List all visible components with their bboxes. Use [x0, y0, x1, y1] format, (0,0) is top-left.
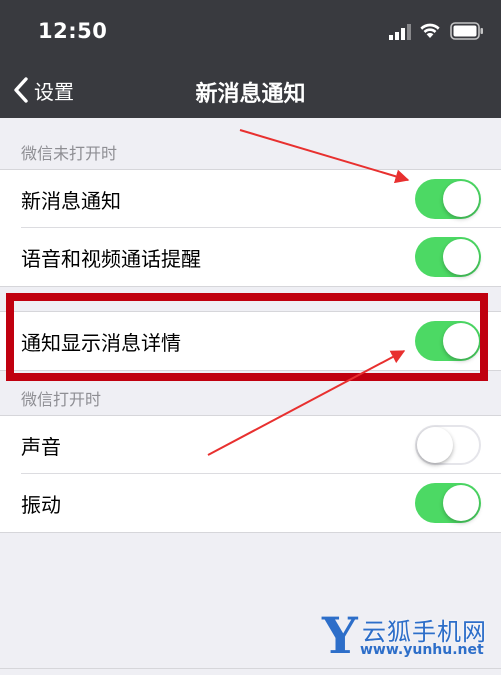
status-time: 12:50 — [38, 19, 108, 43]
toggle-knob — [443, 239, 479, 275]
annotation-highlight-box — [6, 293, 488, 381]
navigation-bar: 设置 新消息通知 — [0, 62, 501, 118]
new-message-notification-toggle[interactable] — [415, 179, 481, 219]
cellular-signal-icon — [389, 24, 411, 40]
settings-group-wechat-open: 声音 振动 — [0, 416, 501, 532]
divider — [0, 286, 501, 287]
row-vibration: 振动 — [0, 474, 501, 532]
divider — [0, 532, 501, 533]
row-label: 声音 — [21, 434, 61, 459]
voice-video-call-alert-toggle[interactable] — [415, 237, 481, 277]
watermark-url: www.yunhu.net — [360, 642, 484, 658]
row-new-message-notification: 新消息通知 — [0, 170, 501, 228]
battery-icon — [450, 22, 483, 40]
row-label: 语音和视频通话提醒 — [21, 246, 201, 271]
row-label: 新消息通知 — [21, 188, 121, 213]
status-bar: 12:50 — [0, 0, 501, 62]
section-header-wechat-open: 微信打开时 — [21, 390, 102, 409]
watermark: Y 云狐手机网 www.yunhu.net — [320, 608, 496, 664]
wifi-icon — [420, 23, 440, 38]
settings-group-wechat-closed: 新消息通知 语音和视频通话提醒 — [0, 170, 501, 286]
row-label: 振动 — [21, 492, 61, 517]
divider — [0, 668, 501, 669]
page-title: 新消息通知 — [195, 82, 306, 107]
toggle-knob — [443, 485, 479, 521]
section-header-wechat-closed: 微信未打开时 — [21, 144, 118, 163]
row-voice-video-call-alert: 语音和视频通话提醒 — [0, 228, 501, 286]
row-sound: 声音 — [0, 416, 501, 474]
watermark-letter: Y — [322, 606, 358, 665]
toggle-knob — [443, 181, 479, 217]
toggle-knob — [417, 427, 453, 463]
sound-toggle[interactable] — [415, 425, 481, 465]
vibration-toggle[interactable] — [415, 483, 481, 523]
